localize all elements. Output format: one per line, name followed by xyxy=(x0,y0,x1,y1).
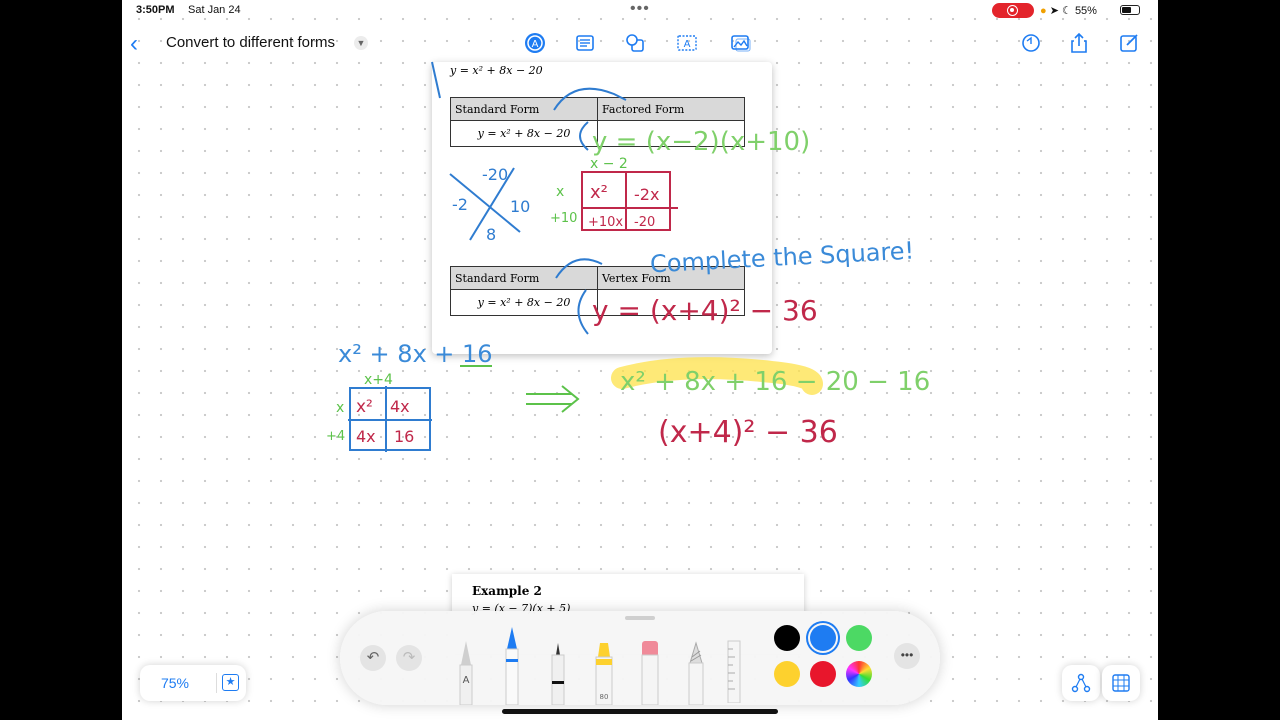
svg-text:A: A xyxy=(532,39,539,50)
screen-recording-indicator[interactable] xyxy=(992,3,1034,18)
moon-icon: ☾ xyxy=(1062,5,1072,17)
color-swatch-green[interactable] xyxy=(846,625,872,651)
lasso-icon[interactable] xyxy=(682,639,710,705)
compose-icon[interactable] xyxy=(1118,32,1140,54)
document-title[interactable]: Convert to different forms xyxy=(166,34,335,51)
expanded-ink: x² + 8x + 16 − 20 − 16 xyxy=(620,367,930,397)
ink-text: 4x xyxy=(390,397,410,416)
table-cell xyxy=(597,120,745,147)
ink-text: 4x xyxy=(356,427,376,446)
pen-label: A xyxy=(463,675,470,686)
color-picker-icon[interactable] xyxy=(846,661,872,687)
status-bar: 3:50PM Sat Jan 24 ••• ● ➤ ☾ 55% xyxy=(122,0,1158,22)
date: Sat Jan 24 xyxy=(188,4,241,16)
pencil-mode-icon[interactable]: A xyxy=(524,32,546,54)
table-header: Vertex Form xyxy=(597,266,745,290)
undo-icon[interactable]: ↶ xyxy=(360,645,386,671)
color-swatch-yellow[interactable] xyxy=(774,661,800,687)
nodes-icon xyxy=(1071,673,1091,693)
ink-text: x² xyxy=(356,397,373,417)
ruler-icon[interactable] xyxy=(724,639,744,703)
highlighter-icon[interactable]: 80 xyxy=(590,637,618,705)
color-swatch-blue[interactable] xyxy=(810,625,836,651)
shapes-icon[interactable] xyxy=(624,32,646,54)
color-swatch-red[interactable] xyxy=(810,661,836,687)
page-grid-button[interactable] xyxy=(1102,665,1140,701)
zoom-control: 75% ★ xyxy=(140,665,246,701)
ink-text: x+4 xyxy=(364,372,393,388)
location-icon: ➤ xyxy=(1049,5,1059,17)
home-indicator[interactable] xyxy=(502,709,778,714)
given-equation: y = x² + 8x − 20 xyxy=(450,64,543,77)
share-icon[interactable] xyxy=(1068,32,1090,54)
screen: 3:50PM Sat Jan 24 ••• ● ➤ ☾ 55% ‹ Conver… xyxy=(122,0,1158,720)
table-cell xyxy=(597,289,745,316)
worksheet-page: y = x² + 8x − 20 Standard Form Factored F… xyxy=(432,62,772,354)
status-icons: ● ➤ ☾ 55% xyxy=(1040,4,1097,17)
back-chevron-icon[interactable]: ‹ xyxy=(130,30,138,58)
bookmark-star-icon[interactable]: ★ xyxy=(222,674,239,691)
table-cell: y = x² + 8x − 20 xyxy=(450,289,598,316)
eraser-icon[interactable] xyxy=(636,639,664,705)
battery-icon xyxy=(1120,5,1140,15)
battery-percent: 55% xyxy=(1074,5,1097,17)
implies-arrow xyxy=(526,385,580,413)
ink-text: x xyxy=(336,400,344,416)
table-header: Standard Form xyxy=(450,266,598,290)
text-box-icon[interactable]: A xyxy=(676,32,698,54)
table-cell: y = x² + 8x − 20 xyxy=(450,120,598,147)
table-header: Standard Form xyxy=(450,97,598,121)
redo-icon[interactable]: ↷ xyxy=(396,645,422,671)
palette-grabber[interactable] xyxy=(625,616,655,620)
area-model-2 xyxy=(348,386,432,452)
zoom-level[interactable]: 75% xyxy=(140,675,210,691)
more-options-icon[interactable]: ••• xyxy=(894,643,920,669)
clock: 3:50PM xyxy=(136,4,175,16)
example-title: Example 2 xyxy=(472,584,542,598)
grid-icon xyxy=(1112,674,1130,692)
fountain-pen-icon[interactable] xyxy=(498,623,526,705)
chevron-down-icon[interactable]: ▼ xyxy=(354,36,368,50)
result-ink: (x+4)² − 36 xyxy=(658,415,838,450)
table-header: Factored Form xyxy=(597,97,745,121)
record-icon xyxy=(1007,5,1018,16)
factored-form-table: Standard Form Factored Form y = x² + 8x −… xyxy=(450,97,745,147)
image-insert-icon[interactable] xyxy=(730,32,752,54)
battery-fill xyxy=(1122,7,1131,13)
divider xyxy=(216,673,217,693)
highlight-stroke xyxy=(611,357,823,395)
vertex-form-table: Standard Form Vertex Form y = x² + 8x − 2… xyxy=(450,266,745,316)
tool-palette: ↶ ↷ A 80 ••• xyxy=(340,611,940,705)
color-swatch-black[interactable] xyxy=(774,625,800,651)
shapes-recognition-button[interactable] xyxy=(1062,665,1100,701)
notes-list-icon[interactable] xyxy=(574,32,596,54)
multitasking-dots-icon[interactable]: ••• xyxy=(630,0,650,18)
ink-text: +4 xyxy=(326,429,345,444)
highlighter-label: 80 xyxy=(600,693,609,701)
wifi-icon: ● xyxy=(1040,5,1047,17)
svg-text:A: A xyxy=(684,39,691,50)
fineliner-pen-icon[interactable] xyxy=(544,635,572,705)
ink-text: 16 xyxy=(394,427,414,446)
undo-history-icon[interactable] xyxy=(1020,32,1042,54)
monoline-pen-icon[interactable]: A xyxy=(452,635,480,705)
top-toolbar: ‹ Convert to different forms ▼ A A xyxy=(122,28,1158,60)
